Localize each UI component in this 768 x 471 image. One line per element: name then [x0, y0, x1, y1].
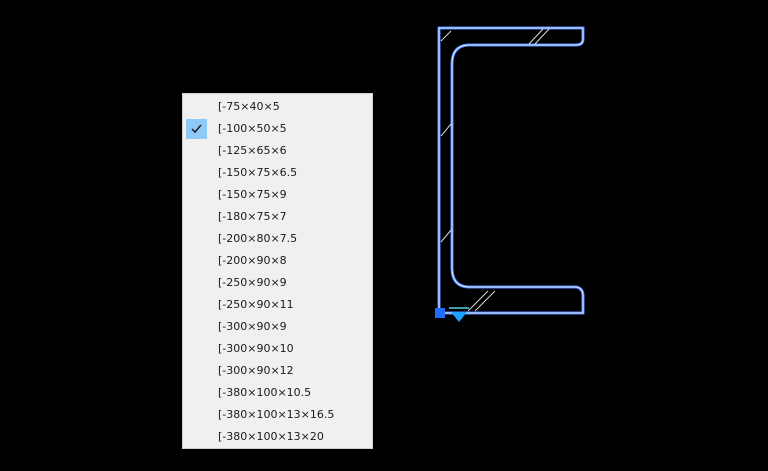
menu-item[interactable]: [-150×75×6.5 [183, 162, 372, 184]
menu-item-label: [-300×90×10 [218, 342, 294, 355]
menu-item[interactable]: [-380×100×10.5 [183, 382, 372, 404]
menu-item[interactable]: [-380×100×13×20 [183, 426, 372, 448]
menu-item[interactable]: [-75×40×5 [183, 96, 372, 118]
drawing-canvas[interactable]: [-75×40×5 [-100×50×5 [-125×65×6 [-150×75×6.… [0, 0, 768, 471]
menu-item-label: [-150×75×9 [218, 188, 287, 201]
menu-item-label: [-300×90×12 [218, 364, 294, 377]
menu-item-label: [-150×75×6.5 [218, 166, 298, 179]
menu-item-label: [-300×90×9 [218, 320, 287, 333]
menu-item[interactable]: [-100×50×5 [183, 118, 372, 140]
menu-item[interactable]: [-180×75×7 [183, 206, 372, 228]
menu-item[interactable]: [-300×90×9 [183, 316, 372, 338]
menu-item[interactable]: [-250×90×9 [183, 272, 372, 294]
menu-item-label: [-380×100×13×16.5 [218, 408, 335, 421]
channel-section-drawing[interactable] [0, 0, 768, 471]
menu-item[interactable]: [-200×80×7.5 [183, 228, 372, 250]
menu-item-label: [-250×90×11 [218, 298, 294, 311]
menu-item[interactable]: [-200×90×8 [183, 250, 372, 272]
menu-item-label: [-75×40×5 [218, 100, 280, 113]
menu-item-label: [-380×100×13×20 [218, 430, 324, 443]
menu-item-label: [-380×100×10.5 [218, 386, 312, 399]
menu-item[interactable]: [-380×100×13×16.5 [183, 404, 372, 426]
menu-item-label: [-125×65×6 [218, 144, 287, 157]
channel-profile-inner-line [438, 27, 584, 314]
menu-item[interactable]: [-150×75×9 [183, 184, 372, 206]
section-size-dropdown-menu[interactable]: [-75×40×5 [-100×50×5 [-125×65×6 [-150×75×6.… [182, 93, 373, 449]
menu-item[interactable]: [-125×65×6 [183, 140, 372, 162]
menu-item-label: [-250×90×9 [218, 276, 287, 289]
menu-item-label: [-200×80×7.5 [218, 232, 298, 245]
checkmark-icon [186, 119, 207, 139]
menu-item[interactable]: [-300×90×10 [183, 338, 372, 360]
menu-item[interactable]: [-250×90×11 [183, 294, 372, 316]
menu-item-label: [-100×50×5 [218, 122, 287, 135]
menu-item[interactable]: [-300×90×12 [183, 360, 372, 382]
triangle-marker-icon[interactable] [449, 307, 469, 322]
menu-item-label: [-200×90×8 [218, 254, 287, 267]
channel-profile-outline[interactable] [437, 26, 585, 315]
menu-item-label: [-180×75×7 [218, 210, 287, 223]
section-hatch [440, 28, 550, 312]
square-grip-icon[interactable] [435, 308, 445, 318]
